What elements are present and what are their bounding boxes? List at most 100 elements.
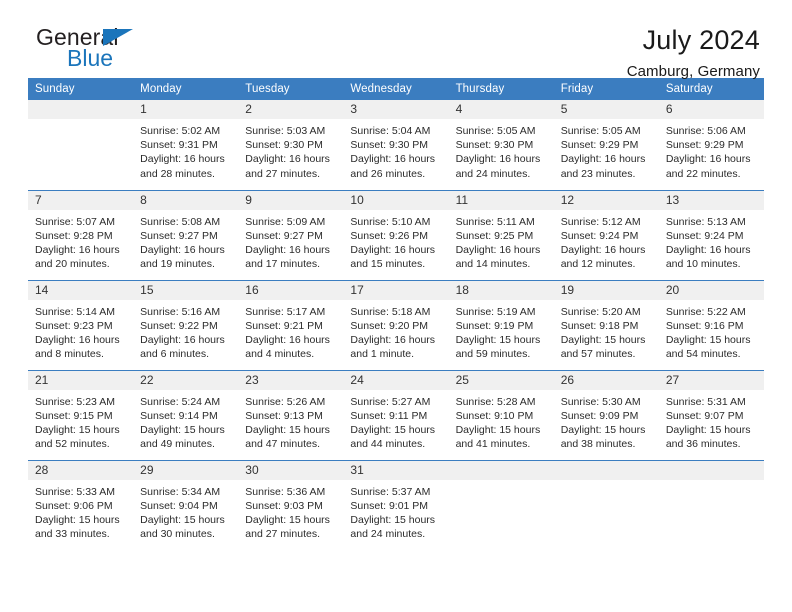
detail-daylight2: and 1 minute. — [350, 348, 415, 361]
detail-daylight1: Daylight: 15 hours — [665, 333, 751, 346]
calendar-day-cell[interactable]: 5 Sunrise: 5:05 AM Sunset: 9:29 PM Daylight… — [553, 100, 659, 190]
calendar-week-row: 21 Sunrise: 5:23 AM Sunset: 9:15 PM Dayligh… — [28, 369, 764, 460]
detail-daylight1: Daylight: 16 hours — [140, 153, 225, 166]
day-number — [553, 460, 659, 480]
weekday-header-thursday: Thursday — [448, 78, 554, 100]
weekday-header-tuesday: Tuesday — [238, 78, 344, 100]
detail-sunrise: Sunrise: 5:13 AM — [665, 215, 746, 228]
calendar-day-cell[interactable]: 1 Sunrise: 5:02 AM Sunset: 9:31 PM Daylight… — [133, 100, 239, 190]
calendar-day-cell[interactable]: 7 Sunrise: 5:07 AM Sunset: 9:28 PM Daylight… — [28, 189, 134, 280]
calendar-day-cell[interactable]: 4 Sunrise: 5:05 AM Sunset: 9:30 PM Daylight… — [448, 100, 554, 190]
calendar-day-cell[interactable]: 16 Sunrise: 5:17 AM Sunset: 9:21 PM Dayligh… — [238, 279, 344, 370]
calendar-day-cell[interactable]: 3 Sunrise: 5:04 AM Sunset: 9:30 PM Daylight… — [343, 100, 449, 190]
detail-daylight2: and 38 minutes. — [560, 438, 636, 451]
detail-daylight1: Daylight: 15 hours — [665, 423, 751, 436]
detail-daylight1: Daylight: 16 hours — [35, 243, 120, 256]
detail-daylight2: and 27 minutes. — [245, 528, 320, 541]
calendar-week-row: 7 Sunrise: 5:07 AM Sunset: 9:28 PM Daylight… — [28, 189, 764, 280]
calendar-day-cell[interactable]: 9 Sunrise: 5:09 AM Sunset: 9:27 PM Daylight… — [238, 189, 344, 280]
calendar-day-cell[interactable]: 31 Sunrise: 5:37 AM Sunset: 9:01 PM Dayligh… — [343, 459, 449, 550]
brand-name-bottom: Blue — [67, 45, 114, 71]
weekday-header-sunday: Sunday — [28, 78, 134, 100]
detail-sunset: Sunset: 9:26 PM — [350, 229, 429, 242]
calendar-day-cell[interactable]: 11 Sunrise: 5:11 AM Sunset: 9:25 PM Dayligh… — [448, 189, 554, 280]
calendar-day-cell[interactable]: 25 Sunrise: 5:28 AM Sunset: 9:10 PM Dayligh… — [448, 369, 554, 460]
detail-sunrise: Sunrise: 5:28 AM — [455, 395, 536, 408]
calendar-day-cell[interactable]: 12 Sunrise: 5:12 AM Sunset: 9:24 PM Dayligh… — [553, 189, 659, 280]
detail-daylight1: Daylight: 16 hours — [245, 243, 330, 256]
calendar-day-cell[interactable]: 17 Sunrise: 5:18 AM Sunset: 9:20 PM Dayligh… — [343, 279, 449, 370]
detail-sunset: Sunset: 9:14 PM — [140, 409, 218, 422]
day-number: 9 — [238, 190, 344, 210]
calendar-day-cell[interactable]: 6 Sunrise: 5:06 AM Sunset: 9:29 PM Daylight… — [658, 100, 764, 190]
calendar-day-cell[interactable]: 22 Sunrise: 5:24 AM Sunset: 9:14 PM Dayligh… — [133, 369, 239, 460]
detail-sunset: Sunset: 9:27 PM — [245, 229, 323, 242]
day-number: 24 — [343, 370, 449, 390]
calendar-day-cell[interactable]: 30 Sunrise: 5:36 AM Sunset: 9:03 PM Dayligh… — [238, 459, 344, 550]
calendar-cell-empty — [28, 100, 134, 190]
calendar-cell-empty — [448, 459, 554, 550]
calendar-day-cell[interactable]: 21 Sunrise: 5:23 AM Sunset: 9:15 PM Dayligh… — [28, 369, 134, 460]
day-number: 11 — [448, 190, 554, 210]
day-number: 22 — [133, 370, 239, 390]
detail-sunset: Sunset: 9:11 PM — [350, 409, 428, 422]
detail-sunrise: Sunrise: 5:19 AM — [455, 305, 536, 318]
weekday-header-wednesday: Wednesday — [343, 78, 449, 100]
calendar-day-cell[interactable]: 26 Sunrise: 5:30 AM Sunset: 9:09 PM Dayligh… — [553, 369, 659, 460]
day-number: 30 — [238, 460, 344, 480]
detail-daylight2: and 33 minutes. — [35, 528, 110, 541]
day-details: Sunrise: 5:18 AM Sunset: 9:20 PM Daylight:… — [343, 300, 448, 362]
calendar-day-cell[interactable]: 10 Sunrise: 5:10 AM Sunset: 9:26 PM Dayligh… — [343, 189, 449, 280]
day-number: 18 — [448, 280, 554, 300]
calendar-day-cell[interactable]: 15 Sunrise: 5:16 AM Sunset: 9:22 PM Dayligh… — [133, 279, 239, 370]
calendar-day-cell[interactable]: 24 Sunrise: 5:27 AM Sunset: 9:11 PM Dayligh… — [343, 369, 449, 460]
day-number: 4 — [448, 100, 554, 119]
detail-daylight2: and 28 minutes. — [140, 167, 215, 180]
detail-sunset: Sunset: 9:20 PM — [350, 319, 429, 332]
calendar-day-cell[interactable]: 20 Sunrise: 5:22 AM Sunset: 9:16 PM Dayligh… — [658, 279, 764, 370]
calendar-day-cell[interactable]: 13 Sunrise: 5:13 AM Sunset: 9:24 PM Dayligh… — [658, 189, 764, 280]
calendar-day-cell[interactable]: 28 Sunrise: 5:33 AM Sunset: 9:06 PM Dayligh… — [28, 459, 134, 550]
detail-sunset: Sunset: 9:15 PM — [35, 409, 113, 422]
day-details: Sunrise: 5:27 AM Sunset: 9:11 PM Daylight:… — [343, 390, 448, 452]
day-number: 21 — [28, 370, 134, 390]
detail-sunrise: Sunrise: 5:24 AM — [140, 395, 221, 408]
calendar-day-cell[interactable]: 19 Sunrise: 5:20 AM Sunset: 9:18 PM Dayligh… — [553, 279, 659, 370]
detail-sunset: Sunset: 9:16 PM — [665, 319, 744, 332]
detail-daylight1: Daylight: 15 hours — [140, 513, 225, 526]
calendar-day-cell[interactable]: 14 Sunrise: 5:14 AM Sunset: 9:23 PM Dayligh… — [28, 279, 134, 370]
calendar-day-cell[interactable]: 2 Sunrise: 5:03 AM Sunset: 9:30 PM Daylight… — [238, 100, 344, 190]
page-header: General Blue July 2024 Camburg, Germany — [28, 0, 764, 81]
calendar-day-cell[interactable]: 29 Sunrise: 5:34 AM Sunset: 9:04 PM Dayligh… — [133, 459, 239, 550]
day-details: Sunrise: 5:11 AM Sunset: 9:25 PM Daylight:… — [449, 210, 554, 272]
detail-sunrise: Sunrise: 5:26 AM — [245, 395, 326, 408]
detail-sunset: Sunset: 9:01 PM — [350, 499, 429, 512]
calendar-day-cell[interactable]: 23 Sunrise: 5:26 AM Sunset: 9:13 PM Dayligh… — [238, 369, 344, 460]
detail-daylight2: and 23 minutes. — [560, 167, 636, 180]
detail-sunset: Sunset: 9:04 PM — [140, 499, 218, 512]
calendar-day-cell[interactable]: 8 Sunrise: 5:08 AM Sunset: 9:27 PM Daylight… — [133, 189, 239, 280]
calendar-table: Sunday Monday Tuesday Wednesday Thursday… — [28, 78, 764, 550]
detail-daylight1: Daylight: 16 hours — [560, 153, 646, 166]
detail-sunset: Sunset: 9:30 PM — [350, 139, 429, 152]
day-number: 17 — [343, 280, 449, 300]
detail-sunset: Sunset: 9:24 PM — [665, 229, 744, 242]
brand-logo: General Blue — [28, 26, 176, 74]
detail-sunrise: Sunrise: 5:14 AM — [35, 305, 115, 318]
title-block: July 2024 Camburg, Germany — [627, 26, 764, 81]
day-number: 25 — [448, 370, 554, 390]
detail-daylight1: Daylight: 15 hours — [35, 513, 120, 526]
detail-daylight1: Daylight: 15 hours — [455, 333, 541, 346]
calendar-day-cell[interactable]: 27 Sunrise: 5:31 AM Sunset: 9:07 PM Dayligh… — [658, 369, 764, 460]
weekday-header-row: Sunday Monday Tuesday Wednesday Thursday… — [28, 78, 764, 100]
day-number: 27 — [658, 370, 764, 390]
day-number: 12 — [553, 190, 659, 210]
detail-sunrise: Sunrise: 5:12 AM — [560, 215, 641, 228]
day-number: 7 — [28, 190, 134, 210]
detail-sunset: Sunset: 9:24 PM — [560, 229, 639, 242]
day-details: Sunrise: 5:08 AM Sunset: 9:27 PM Daylight:… — [133, 210, 238, 272]
day-details: Sunrise: 5:19 AM Sunset: 9:19 PM Daylight:… — [449, 300, 554, 362]
day-details: Sunrise: 5:17 AM Sunset: 9:21 PM Daylight:… — [238, 300, 343, 362]
calendar-day-cell[interactable]: 18 Sunrise: 5:19 AM Sunset: 9:19 PM Dayligh… — [448, 279, 554, 370]
day-details: Sunrise: 5:28 AM Sunset: 9:10 PM Daylight:… — [449, 390, 554, 452]
